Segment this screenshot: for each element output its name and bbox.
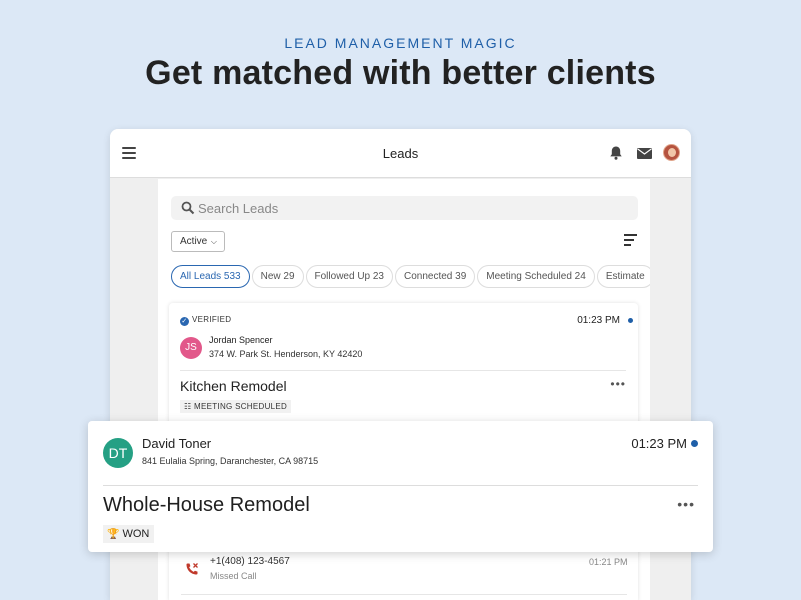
missed-call-icon xyxy=(186,563,198,575)
check-icon: ✓ xyxy=(180,317,189,326)
unread-dot-icon xyxy=(628,318,633,323)
avatar: DT xyxy=(103,438,133,468)
verified-label: VERIFIED xyxy=(192,315,232,324)
user-avatar[interactable] xyxy=(663,144,680,161)
verified-badge: ✓ VERIFIED xyxy=(180,315,231,326)
status-filter-dropdown[interactable]: Active ⌵ xyxy=(171,231,225,252)
chip-connected[interactable]: Connected 39 xyxy=(395,265,476,288)
headline: Get matched with better clients xyxy=(145,54,656,92)
chip-estimate[interactable]: Estimate xyxy=(596,265,650,288)
chevron-down-icon: ⌵ xyxy=(210,237,217,246)
status-label: WON xyxy=(122,528,150,540)
chip-followed-up[interactable]: Followed Up 23 xyxy=(305,265,393,288)
filter-chips: All Leads 533 New 29 Followed Up 23 Connect… xyxy=(171,265,650,288)
call-time: 01:21 PM xyxy=(589,557,628,567)
featured-lead-card[interactable]: DT David Toner 841 Eulalia Spring, Daran… xyxy=(88,421,713,552)
project-title: Whole-House Remodel xyxy=(103,494,310,516)
call-number: +1(408) 123-4567 xyxy=(210,556,290,567)
lead-name: David Toner xyxy=(142,436,212,451)
unread-dot-icon xyxy=(691,440,698,447)
lead-address: 374 W. Park St. Henderson, KY 42420 xyxy=(209,349,363,359)
bell-icon[interactable] xyxy=(608,145,624,161)
status-label: MEETING SCHEDULED xyxy=(194,402,288,411)
top-bar: Leads xyxy=(110,129,691,178)
chip-new[interactable]: New 29 xyxy=(251,265,304,288)
lead-address: 841 Eulalia Spring, Daranchester, CA 987… xyxy=(142,456,319,466)
project-title: Kitchen Remodel xyxy=(180,378,287,394)
more-options-icon[interactable]: ••• xyxy=(610,377,626,391)
calendar-icon: ☷ xyxy=(184,402,194,411)
status-filter-value: Active xyxy=(180,236,208,247)
call-type: Missed Call xyxy=(210,571,257,581)
lead-name: Jordan Spencer xyxy=(209,335,273,345)
divider xyxy=(103,485,698,486)
avatar: JS xyxy=(180,337,202,359)
search-bar[interactable] xyxy=(171,196,638,220)
lead-time: 01:23 PM xyxy=(577,315,620,326)
eyebrow-text: LEAD MANAGEMENT MAGIC xyxy=(284,35,517,51)
status-badge: 🏆 WON xyxy=(103,525,155,543)
divider xyxy=(181,594,627,595)
sort-icon[interactable] xyxy=(624,234,637,246)
trophy-icon: 🏆 xyxy=(107,529,120,540)
lead-time: 01:23 PM xyxy=(631,436,687,451)
chip-meeting-scheduled[interactable]: Meeting Scheduled 24 xyxy=(477,265,595,288)
chip-all-leads[interactable]: All Leads 533 xyxy=(171,265,250,288)
page-title: Leads xyxy=(382,146,419,161)
divider xyxy=(180,370,626,371)
more-options-icon[interactable]: ••• xyxy=(677,496,695,512)
mail-icon[interactable] xyxy=(637,148,652,159)
search-icon xyxy=(181,201,195,215)
search-input[interactable] xyxy=(198,199,618,217)
status-badge: ☷ MEETING SCHEDULED xyxy=(180,400,292,413)
